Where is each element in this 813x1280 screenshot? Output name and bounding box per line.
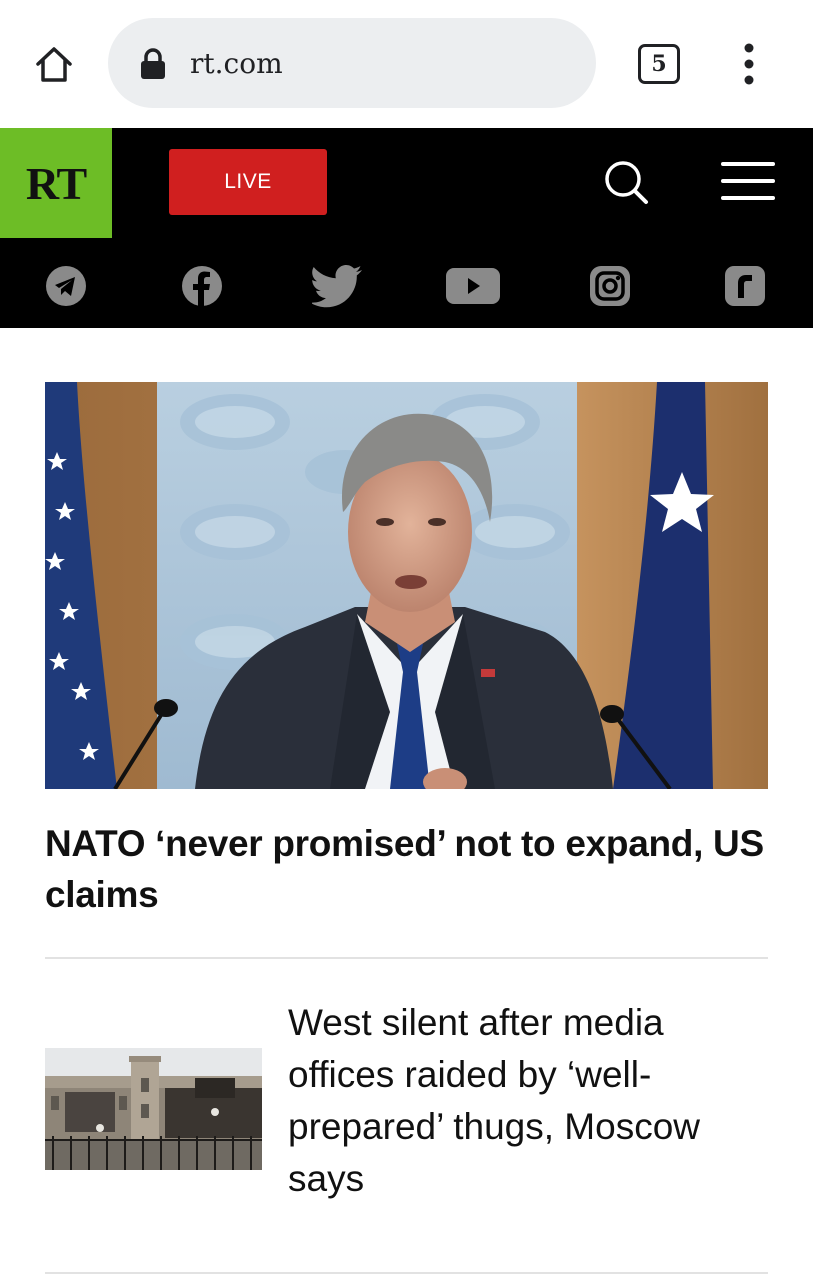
- article-thumbnail[interactable]: [45, 1048, 262, 1170]
- search-icon[interactable]: [600, 156, 652, 208]
- featured-article-image[interactable]: [45, 382, 768, 789]
- menu-icon[interactable]: [720, 158, 776, 204]
- live-label: LIVE: [224, 170, 272, 193]
- more-options-icon[interactable]: [736, 42, 762, 86]
- twitter-icon[interactable]: [312, 264, 364, 308]
- social-links: [0, 252, 813, 318]
- instagram-icon[interactable]: [588, 264, 632, 308]
- article-divider: [45, 957, 768, 959]
- home-button[interactable]: [30, 40, 78, 88]
- logo-text: RT: [25, 157, 87, 209]
- article-title[interactable]: West silent after media offices raided b…: [288, 997, 768, 1205]
- tab-count: 5: [651, 51, 667, 77]
- live-button[interactable]: LIVE: [169, 149, 327, 215]
- home-icon: [36, 47, 72, 82]
- lock-icon: [141, 48, 165, 79]
- rumble-icon[interactable]: [723, 264, 767, 308]
- browser-toolbar: rt.com 5: [0, 0, 813, 128]
- address-bar[interactable]: rt.com: [108, 18, 596, 108]
- tab-switcher-button[interactable]: 5: [638, 44, 680, 84]
- youtube-icon[interactable]: [445, 264, 501, 308]
- rt-logo[interactable]: RT: [0, 128, 112, 238]
- site-header: RT LIVE: [0, 128, 813, 328]
- article-divider: [45, 1272, 768, 1274]
- url-text: rt.com: [190, 47, 283, 80]
- facebook-icon[interactable]: [180, 264, 224, 308]
- telegram-icon[interactable]: [44, 264, 88, 308]
- featured-article-title[interactable]: NATO ‘never promised’ not to expand, US …: [45, 818, 768, 920]
